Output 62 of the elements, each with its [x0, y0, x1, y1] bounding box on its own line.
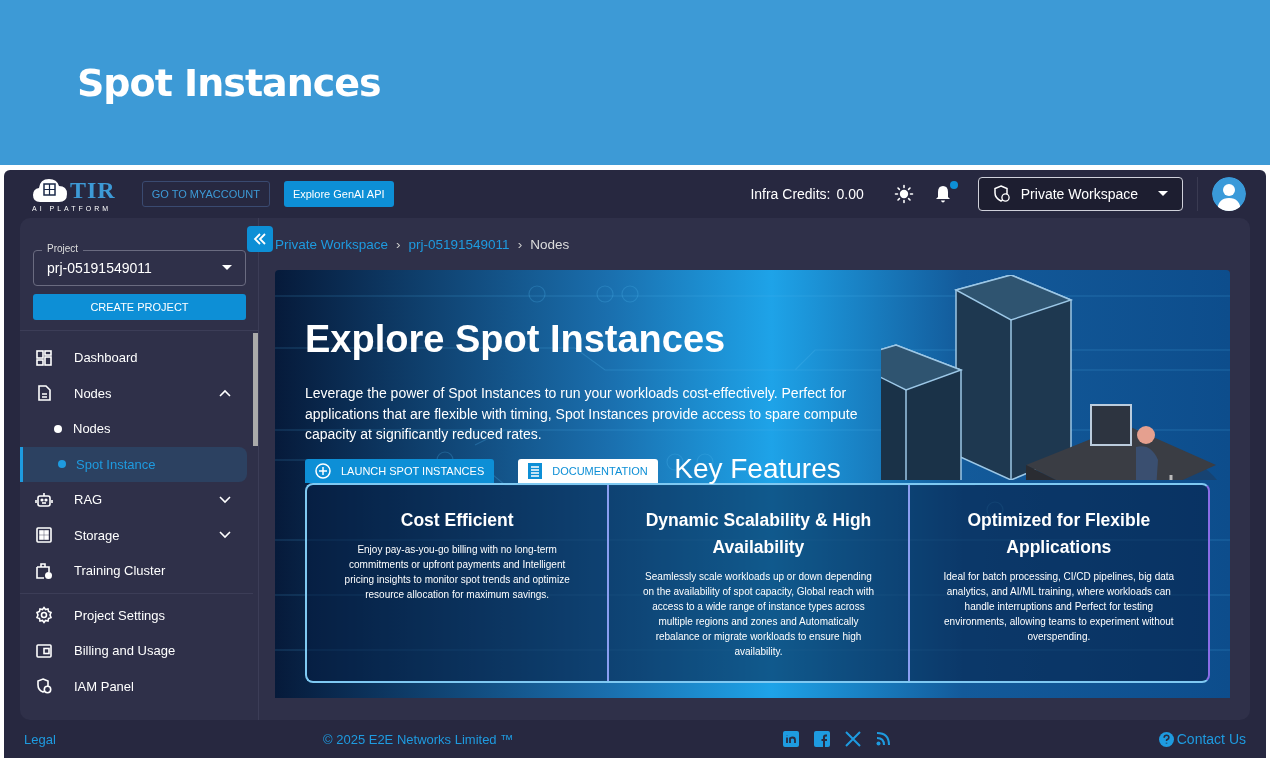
credits-value: 0.00	[836, 186, 864, 202]
feature-title: Dynamic Scalability & High Availability	[644, 508, 873, 559]
collapse-sidebar-icon[interactable]	[247, 226, 273, 252]
sidebar-item[interactable]: RAG	[20, 482, 253, 518]
breadcrumb-link[interactable]: prj-05191549011	[408, 236, 510, 252]
shield-icon	[35, 677, 53, 696]
sidebar-item[interactable]: Billing and Usage	[20, 633, 253, 669]
feature-description: Seamlessly scale workloads up or down depending on the availability of spot capacity, Global reach with access to a wide range of instance types across multiple regions and zones and Automatically rebalance or migrate workloads to ensure high availability.	[641, 569, 875, 659]
facebook-icon[interactable]	[814, 731, 830, 747]
sidebar-item[interactable]: Training Cluster	[20, 553, 253, 589]
feature-title: Cost Efficient	[399, 508, 515, 532]
document-icon	[528, 462, 543, 479]
breadcrumb-link[interactable]: Private Workspace	[275, 236, 389, 252]
briefcase-clock-icon	[35, 561, 53, 580]
user-avatar-icon[interactable]	[1212, 177, 1246, 211]
feature-title: Optimized for Flexible Applications	[966, 508, 1152, 559]
legal-link[interactable]: Legal	[24, 731, 323, 747]
help-icon	[1158, 731, 1174, 747]
grid-icon	[35, 526, 53, 545]
feature-description: Enjoy pay-as-you-go billing with no long-term commitments or upfront payments and Intelligent pricing insights to monitor spot trends and optimize resource allocation for maximum savings.	[343, 542, 571, 602]
plus-circle-icon	[315, 462, 331, 479]
sidebar-subitem[interactable]: Nodes	[20, 411, 247, 447]
x-logo-icon[interactable]	[845, 731, 861, 747]
caret-icon	[222, 265, 232, 271]
explore-button[interactable]: Explore GenAI API	[283, 181, 394, 207]
wallet-icon	[35, 641, 53, 660]
breadcrumb-separator: ›	[396, 236, 401, 252]
documentation-button[interactable]: DOCUMENTATION	[518, 458, 658, 483]
chevron-up-icon	[219, 389, 231, 398]
shield-icon	[992, 185, 1011, 203]
copyright-text: © 2025 E2E Networks Limited ™	[323, 731, 515, 747]
banner-description: Leverage the power of Spot Instances to run your workloads cost-effectively. Perfect for applications that are flexible with timing, Spot Instances provide access to spare compute capacity at significantly reduced rates.	[305, 384, 859, 444]
bullet-icon	[58, 460, 66, 469]
rss-icon[interactable]	[876, 732, 890, 746]
features-heading: Key Features	[674, 452, 841, 485]
contact-link[interactable]: Contact Us	[1158, 731, 1246, 747]
bullet-icon	[54, 424, 62, 433]
credits-label: Infra Credits:	[750, 186, 831, 202]
document-icon	[35, 384, 53, 403]
robot-icon	[35, 490, 53, 509]
linkedin-icon[interactable]	[783, 731, 799, 747]
create-project-button[interactable]: CREATE PROJECT	[33, 294, 246, 320]
theme-toggle-icon[interactable]	[893, 184, 914, 204]
dashboard-icon	[35, 348, 53, 367]
feature-description: Ideal for batch processing, CI/CD pipelines, big data analytics, and AI/ML training, where workloads can handle interruptions and Perfect for testing environments, allowing teams to experiment without overspending.	[942, 569, 1176, 644]
chevron-down-icon	[219, 531, 231, 540]
sidebar-item[interactable]: IAM Panel	[20, 668, 253, 704]
settings-icon	[35, 606, 53, 625]
sidebar-item[interactable]: Nodes	[20, 375, 253, 411]
sidebar-item[interactable]: Dashboard	[20, 340, 253, 376]
chevron-down-icon	[219, 495, 231, 504]
logo-wordmark: TIR	[70, 177, 116, 202]
sidebar-item[interactable]: Project Settings	[20, 597, 253, 633]
page-title: Spot Instances	[77, 60, 381, 105]
caret-icon	[1158, 191, 1168, 197]
banner-title: Explore Spot Instances	[305, 318, 727, 361]
launch-button[interactable]: LAUNCH SPOT INSTANCES	[305, 458, 495, 483]
breadcrumb-current: Nodes	[530, 236, 570, 252]
workspace-dropdown[interactable]: Private Workspace	[977, 177, 1183, 211]
sidebar-item[interactable]: Storage	[20, 517, 253, 553]
breadcrumb-separator: ›	[517, 236, 523, 252]
account-button[interactable]: GO TO MYACCOUNT	[141, 181, 270, 207]
